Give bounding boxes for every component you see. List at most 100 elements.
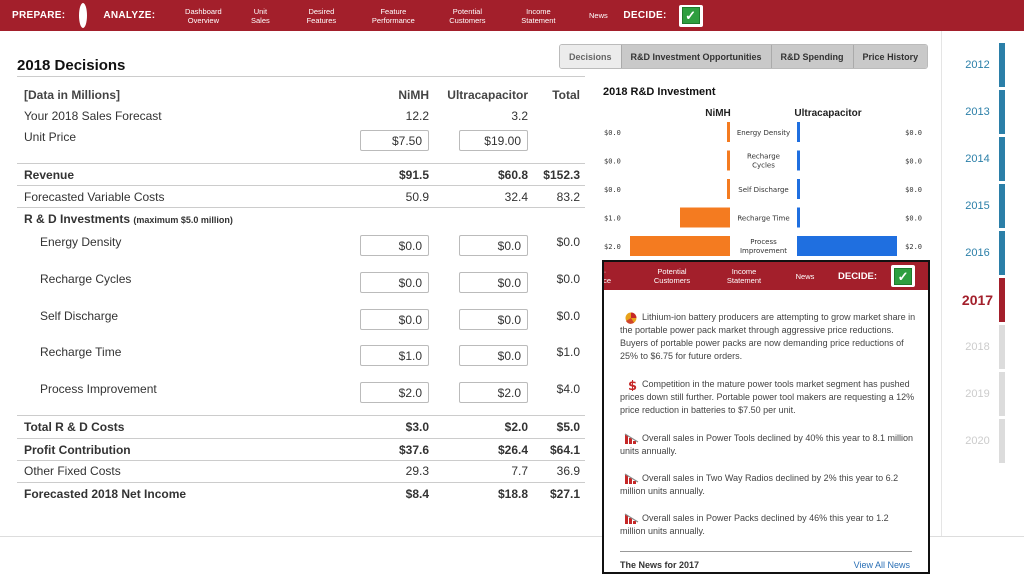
category-label: Cycles [752,162,775,170]
rd-recharge-time-nimh-input[interactable]: $1.0 [360,345,429,366]
rd-process-improvement-ultra-input[interactable]: $2.0 [459,382,528,403]
category-label: Recharge Time [737,215,789,223]
nav-desired-features[interactable]: Desired Features [303,7,339,25]
tab-price-history[interactable]: Price History [852,45,928,68]
year-indicator-bar [999,90,1005,134]
unit-price-ultra-input[interactable]: $19.00 [459,130,528,151]
year-2017[interactable]: 2017 [955,292,1000,308]
unit-price-nimh-input[interactable]: $7.50 [360,130,429,151]
variable-costs-nimh: 50.9 [405,190,429,204]
sales-forecast-ultra: 3.2 [511,109,528,123]
tab-decisions[interactable]: Decisions [560,45,621,68]
nav-potential-customers[interactable]: Potential Customers [446,7,488,25]
sales-forecast-label: Your 2018 Sales Forecast [24,109,162,123]
rd-recharge-cycles-ultra-input[interactable]: $0.0 [459,272,528,293]
nav-feature-performance[interactable]: Feature Performance [369,7,417,25]
dollar-icon: $ [628,379,637,391]
top-navigation: PREPARE: ANALYZE: Dashboard Overview Unit… [0,0,1024,31]
year-indicator-bar [999,137,1005,181]
bar-ultracapacitor [797,179,800,199]
value-label-nimh: $1.0 [604,215,621,223]
rd-recharge-cycles-nimh-input[interactable]: $0.0 [360,272,429,293]
year-2013[interactable]: 2013 [955,106,1000,118]
year-2012[interactable]: 2012 [955,59,1000,71]
rd-row-total: $0.0 [556,309,580,323]
nav-income-statement[interactable]: Income Statement [724,267,764,285]
bar-ultracapacitor [797,236,897,256]
divider [17,438,585,439]
decide-check-icon[interactable]: ✓ [891,265,916,287]
divider [17,482,585,483]
variable-costs-ultra: 32.4 [504,190,528,204]
prepare-label: PREPARE: [12,10,66,21]
nav-potential-customers[interactable]: Potential Customers [650,267,694,285]
revenue-label: Revenue [24,168,75,182]
value-label-ultracapacitor: $0.0 [905,129,922,137]
year-2014[interactable]: 2014 [955,153,1000,165]
header-total: Total [552,88,580,102]
category-label: Improvement [740,247,787,255]
fixed-costs-nimh: 29.3 [405,464,429,478]
header-data-label: [Data in Millions] [24,88,120,102]
series-label-ultracapacitor: Ultracapacitor [794,108,861,119]
analyze-label: ANALYZE: [103,10,156,21]
divider [941,31,942,536]
nav-income-statement[interactable]: Income Statement [518,7,558,25]
nav-dashboard-overview[interactable]: Dashboard Overview [182,7,224,25]
news-item: Overall sales in Two Way Radios declined… [620,473,899,496]
bar-nimh [680,207,730,228]
year-2019[interactable]: 2019 [955,388,1000,400]
profit-total: $64.1 [549,443,580,457]
value-label-ultracapacitor: $0.0 [905,186,922,194]
net-income-label: Forecasted 2018 Net Income [24,487,187,501]
divider [17,207,585,208]
year-indicator-bar [999,419,1005,463]
nav-feature-performance[interactable]: ·nce [604,267,612,285]
view-tabs: Decisions R&D Investment Opportunities R… [559,44,929,69]
year-2015[interactable]: 2015 [955,200,1000,212]
lifebuoy-icon[interactable] [79,2,88,28]
bar-nimh [630,236,730,256]
divider [620,551,912,552]
year-2020[interactable]: 2020 [955,435,1000,447]
variable-costs-total: 83.2 [556,190,580,204]
title-divider [17,76,585,77]
rd-recharge-time-ultra-input[interactable]: $0.0 [459,345,528,366]
year-indicator-bar [999,231,1005,275]
profit-ultra: $26.4 [497,443,528,457]
tab-rd-spending[interactable]: R&D Spending [770,45,853,68]
bar-nimh [727,179,730,199]
view-all-news-link[interactable]: View All News [854,560,910,570]
revenue-nimh: $91.5 [398,168,429,182]
news-item: Lithium-ion battery producers are attemp… [620,312,916,361]
page-title: 2018 Decisions [17,57,126,74]
rd-row-total: $1.0 [556,345,580,359]
news-footer-title: The News for 2017 [620,560,700,570]
rd-process-improvement-nimh-input[interactable]: $2.0 [360,382,429,403]
rd-energy-density-nimh-input[interactable]: $0.0 [360,235,429,256]
year-2018[interactable]: 2018 [955,341,1000,353]
decline-chart-icon [624,433,639,444]
nav-unit-sales[interactable]: Unit Sales [245,7,275,25]
decide-check-icon[interactable]: ✓ [678,4,703,27]
rd-investment-chart: NiMH Ultracapacitor Energy Density $0.0 $0.0… [604,108,922,256]
year-2016[interactable]: 2016 [955,247,1000,259]
value-label-ultracapacitor: $0.0 [905,215,922,223]
value-label-nimh: $0.0 [604,129,621,137]
rd-self-discharge-ultra-input[interactable]: $0.0 [459,309,528,330]
decline-chart-icon [624,513,639,524]
rd-self-discharge-nimh-input[interactable]: $0.0 [360,309,429,330]
year-indicator-bar [999,184,1005,228]
bar-ultracapacitor [797,207,800,228]
bar-nimh [727,122,730,142]
rd-energy-density-ultra-input[interactable]: $0.0 [459,235,528,256]
decide-label: DECIDE: [838,270,878,282]
nav-news[interactable]: News [585,11,611,20]
category-label: Process [750,238,777,246]
tab-rd-investment-opportunities[interactable]: R&D Investment Opportunities [620,45,771,68]
nav-news[interactable]: News [792,272,818,281]
divider [17,185,585,186]
header-ultracapacitor: Ultracapacitor [447,88,528,102]
total-rd-total: $5.0 [556,420,580,434]
unit-price-label: Unit Price [24,130,77,144]
